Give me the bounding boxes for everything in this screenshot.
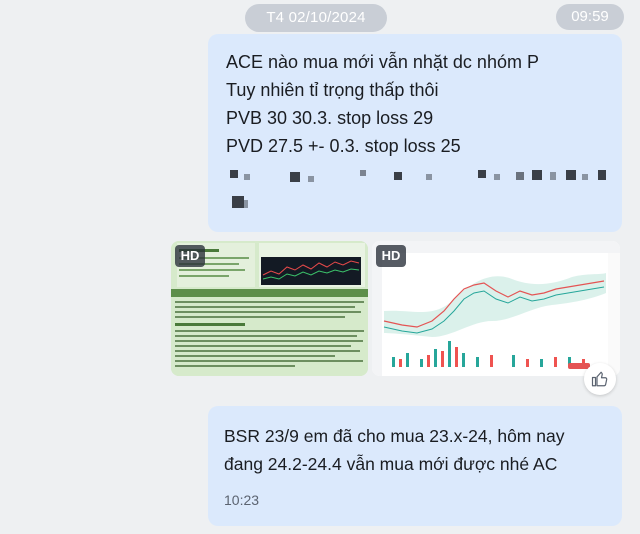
- message-bubble-2[interactable]: BSR 23/9 em đã cho mua 23.x-24, hôm nay …: [208, 406, 622, 526]
- message-line: ACE nào mua mới vẫn nhặt dc nhóm P: [226, 52, 539, 72]
- date-separator: T4 02/10/2024: [245, 4, 387, 32]
- message-line: Tuy nhiên tỉ trọng thấp thôi: [226, 80, 439, 100]
- like-button[interactable]: [584, 363, 616, 395]
- message-line: PVD 27.5 +- 0.3. stop loss 25: [226, 136, 461, 156]
- message-line: đang 24.2-24.4 vẫn mua mới được nhé AC: [224, 454, 558, 474]
- redacted-text: [226, 166, 606, 216]
- thumbs-up-icon: [591, 371, 608, 387]
- stock-chart-preview-graphic: [372, 241, 620, 376]
- hd-badge: HD: [175, 245, 205, 267]
- attachment-image-chart[interactable]: HD: [372, 241, 620, 376]
- message-time-header: 09:59: [556, 4, 624, 30]
- message-bubble-1[interactable]: ACE nào mua mới vẫn nhặt dc nhóm P Tuy n…: [208, 34, 622, 232]
- message-line: BSR 23/9 em đã cho mua 23.x-24, hôm nay: [224, 426, 565, 446]
- message-timestamp: 10:23: [224, 492, 260, 508]
- hd-badge: HD: [376, 245, 406, 267]
- attachment-image-document[interactable]: HD: [171, 241, 368, 376]
- message-line: PVB 30 30.3. stop loss 29: [226, 108, 434, 128]
